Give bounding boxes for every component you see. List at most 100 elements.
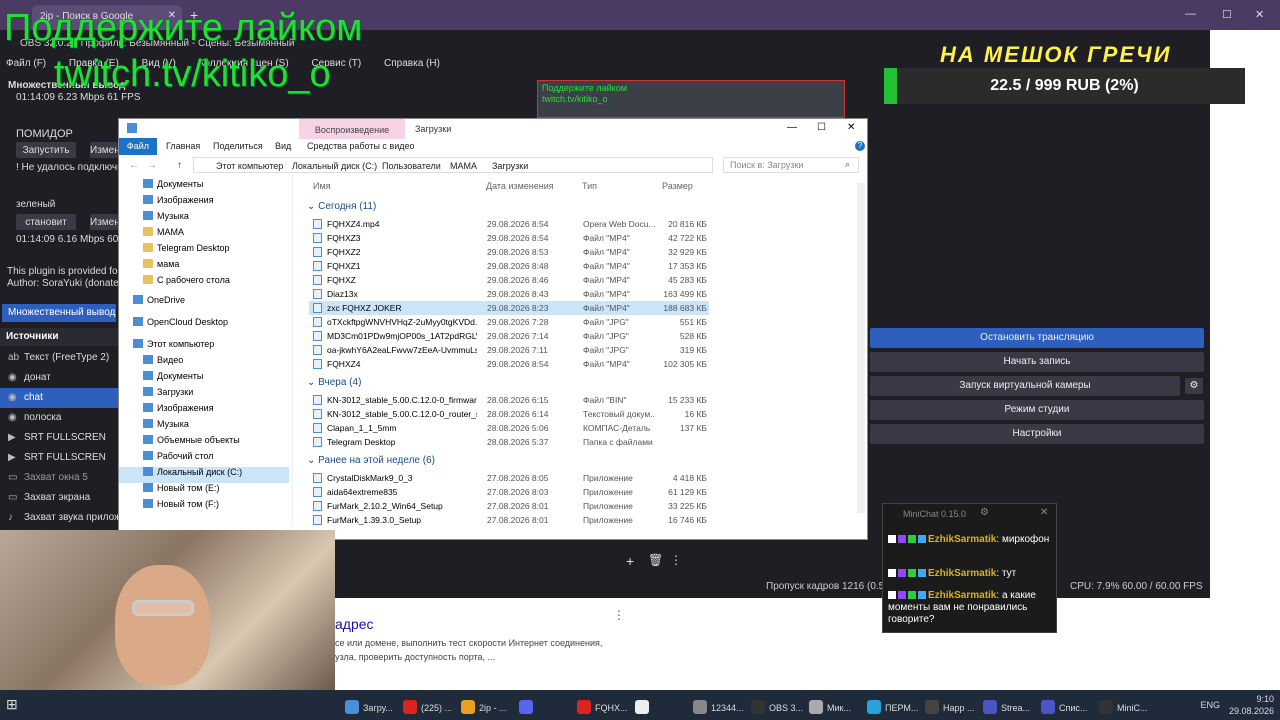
result-heading[interactable]: адрес xyxy=(335,616,374,632)
ribbon-view-tab[interactable]: Вид xyxy=(275,141,291,151)
breadcrumb-downloads[interactable]: Загрузки xyxy=(492,161,528,171)
file-row[interactable]: FQHXZ4.mp4 29.08.2026 8:54 Opera Web Docu.… xyxy=(309,217,709,231)
file-row[interactable]: FurMark_2.10.2_Win64_Setup 27.08.2026 8:0… xyxy=(309,499,709,513)
close-window-icon[interactable]: ✕ xyxy=(1255,8,1264,21)
control-button[interactable]: Остановить трансляцию xyxy=(870,328,1204,348)
nav-item[interactable]: Объемные объекты xyxy=(119,435,289,451)
nav-item[interactable]: мама xyxy=(119,259,289,275)
nav-item[interactable]: Изображения xyxy=(119,403,289,419)
group-header[interactable]: ⌄ Сегодня (11) xyxy=(307,201,376,212)
nav-item[interactable]: Музыка xyxy=(119,419,289,435)
explorer-close-icon[interactable]: ✕ xyxy=(847,122,855,133)
delete-icon[interactable]: 🗑 xyxy=(648,553,663,567)
menu-help[interactable]: Справка (H) xyxy=(384,58,440,69)
taskbar-item[interactable]: ПЕРМ... xyxy=(867,690,923,720)
change-button-2[interactable]: Измене xyxy=(90,214,118,230)
taskbar-item[interactable]: Strea... xyxy=(983,690,1039,720)
file-row[interactable]: oa-jkwhY6A2eaLFwvw7zEeA-UvmmuLsv... 29.08… xyxy=(309,343,709,357)
control-button[interactable]: Начать запись xyxy=(870,352,1204,372)
nav-item[interactable]: Новый том (E:) xyxy=(119,483,289,499)
taskbar-item[interactable]: (225) ... xyxy=(403,690,459,720)
source-item[interactable]: ▶ SRT FULLSCREN xyxy=(0,428,118,448)
group-header[interactable]: ⌄ Ранее на этой неделе (6) xyxy=(307,455,435,466)
nav-item[interactable]: Рабочий стол xyxy=(119,451,289,467)
scrollbar[interactable] xyxy=(857,183,865,513)
taskbar-item[interactable]: 12344... xyxy=(693,690,749,720)
taskbar-item[interactable]: Мик... xyxy=(809,690,865,720)
up-icon[interactable]: ↑ xyxy=(177,160,182,171)
nav-item[interactable]: Новый том (F:) xyxy=(119,499,289,515)
source-item[interactable]: ▭ Захват окна 5 xyxy=(0,468,118,488)
control-button[interactable]: Запуск виртуальной камеры xyxy=(870,376,1180,396)
start-button[interactable]: Запустить xyxy=(16,142,76,158)
column-date[interactable]: Дата изменения xyxy=(486,181,554,191)
file-row[interactable]: MD3Cm01PDw9mjOP00s_1AT2pdRGLW-f... 29.08.… xyxy=(309,329,709,343)
source-item[interactable]: ◉ chat xyxy=(0,388,118,408)
nav-item[interactable]: OneDrive xyxy=(119,295,289,311)
file-row[interactable]: FQHXZ1 29.08.2026 8:48 Файл "MP4" 17 353 КБ xyxy=(309,259,709,273)
file-row[interactable]: CrystalDiskMark9_0_3 27.08.2026 8:05 Прило… xyxy=(309,471,709,485)
explorer-maximize-icon[interactable]: ☐ xyxy=(817,122,826,133)
ribbon-file-tab[interactable]: Файл xyxy=(119,138,157,155)
ribbon-home-tab[interactable]: Главная xyxy=(166,141,200,151)
taskbar-item[interactable]: 2ip - ... xyxy=(461,690,517,720)
file-row[interactable]: FQHXZ2 29.08.2026 8:53 Файл "MP4" 32 929 КБ xyxy=(309,245,709,259)
source-item[interactable]: ◉ донат xyxy=(0,368,118,388)
tray-date[interactable]: 29.08.2026 xyxy=(1229,706,1274,717)
nav-item[interactable]: Документы xyxy=(119,371,289,387)
multi-output-button[interactable]: Множественный вывод xyxy=(2,304,116,322)
source-item[interactable]: ▶ SRT FULLSCREN xyxy=(0,448,118,468)
taskbar-item[interactable]: MiniC... xyxy=(1099,690,1155,720)
file-row[interactable]: Telegram Desktop 28.08.2026 5:37 Папка с ф… xyxy=(309,435,709,449)
nav-item[interactable]: Документы xyxy=(119,179,289,195)
start-icon[interactable]: ⊞ xyxy=(6,696,18,713)
change-button[interactable]: Измени xyxy=(90,142,118,158)
back-icon[interactable]: ← xyxy=(129,160,139,171)
source-item[interactable]: ♪ Захват звука приложен xyxy=(0,508,118,528)
more-icon[interactable]: ⋮ xyxy=(670,553,682,567)
ribbon-video-tools-tab[interactable]: Средства работы с видео xyxy=(307,141,415,151)
search-input[interactable]: Поиск в: Загрузки xyxy=(723,157,859,173)
taskbar-item[interactable] xyxy=(635,690,691,720)
menu-file[interactable]: Файл (F) xyxy=(6,58,46,69)
file-row[interactable]: FurMark_1.39.3.0_Setup 27.08.2026 8:01 При… xyxy=(309,513,709,527)
install-button[interactable]: становит xyxy=(16,214,76,230)
maximize-icon[interactable]: ☐ xyxy=(1222,8,1232,21)
nav-item[interactable]: Видео xyxy=(119,355,289,371)
column-name[interactable]: Имя xyxy=(313,181,331,191)
plugin-author[interactable]: Author: SoraYuki (donate) xyxy=(7,278,118,289)
nav-item[interactable]: Telegram Desktop xyxy=(119,243,289,259)
file-row[interactable]: FQHXZ4 29.08.2026 8:54 Файл "MP4" 102 305 К… xyxy=(309,357,709,371)
file-row[interactable]: Clapan_1_1_5mm 28.08.2026 5:06 КОМПАС-Дета… xyxy=(309,421,709,435)
ribbon-share-tab[interactable]: Поделиться xyxy=(213,141,263,151)
context-tab-playback[interactable]: Воспроизведение xyxy=(299,119,405,139)
file-row[interactable]: aida64extreme835 27.08.2026 8:03 Приложени… xyxy=(309,485,709,499)
nav-item[interactable]: Изображения xyxy=(119,195,289,211)
tray-time[interactable]: 9:10 xyxy=(1256,694,1274,705)
nav-item[interactable]: Локальный диск (C:) xyxy=(119,467,289,483)
nav-item[interactable]: Этот компьютер xyxy=(119,339,289,355)
minichat-settings-icon[interactable]: ⚙ xyxy=(980,507,989,518)
taskbar-item[interactable]: Загру... xyxy=(345,690,401,720)
taskbar-item[interactable] xyxy=(519,690,575,720)
taskbar-item[interactable]: Спис... xyxy=(1041,690,1097,720)
column-size[interactable]: Размер xyxy=(662,181,693,191)
taskbar-item[interactable]: Happ ... xyxy=(925,690,981,720)
minimize-icon[interactable]: — xyxy=(1185,8,1196,20)
breadcrumb-users[interactable]: Пользователи xyxy=(382,161,441,171)
nav-item[interactable]: Загрузки xyxy=(119,387,289,403)
file-row[interactable]: FQHXZ 29.08.2026 8:46 Файл "MP4" 45 283 КБ xyxy=(309,273,709,287)
breadcrumb-disk-c[interactable]: Локальный диск (C:) xyxy=(292,161,377,171)
file-row[interactable]: KN-3012_stable_5.00.C.12.0-0_router_star… xyxy=(309,407,709,421)
taskbar-item[interactable]: OBS 3... xyxy=(751,690,807,720)
nav-item[interactable]: OpenCloud Desktop xyxy=(119,317,289,333)
source-item[interactable]: ▭ Захват экрана xyxy=(0,488,118,508)
file-row[interactable]: zxc FQHXZ JOKER 29.08.2026 8:23 Файл "MP4"… xyxy=(309,301,709,315)
nav-item[interactable]: MAMA xyxy=(119,227,289,243)
breadcrumb-this-pc[interactable]: Этот компьютер xyxy=(216,161,283,171)
source-item[interactable]: ◉ полоска xyxy=(0,408,118,428)
forward-icon[interactable]: → xyxy=(147,160,157,171)
result-menu-icon[interactable]: ⋮ xyxy=(613,608,625,622)
explorer-minimize-icon[interactable]: — xyxy=(787,122,797,133)
nav-item[interactable]: С рабочего стола xyxy=(119,275,289,291)
